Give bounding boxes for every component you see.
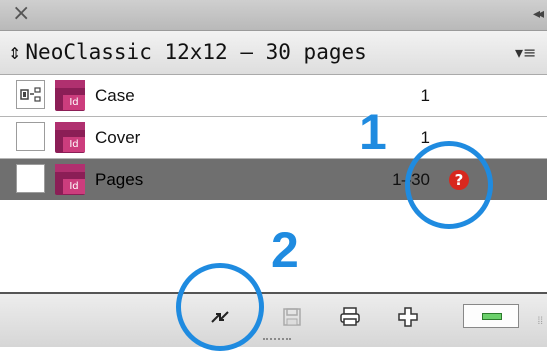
- print-book-icon[interactable]: [335, 304, 365, 330]
- indesign-document-icon: Id: [55, 164, 85, 195]
- annotation-label-2: 2: [271, 222, 299, 278]
- book-title: NeoClassic 12x12 – 30 pages: [25, 40, 367, 64]
- updown-arrows-icon: ⇕: [8, 44, 22, 63]
- style-source-box[interactable]: [16, 122, 45, 151]
- panel-resize-handle[interactable]: [263, 338, 291, 344]
- close-icon[interactable]: ×: [12, 2, 30, 26]
- save-book-icon[interactable]: [277, 304, 307, 330]
- annotation-circle-2: [176, 263, 264, 351]
- annotation-label-1: 1: [359, 104, 387, 160]
- style-source-box[interactable]: [16, 164, 45, 193]
- collapse-panel-icon[interactable]: ◂◂: [533, 6, 544, 22]
- indesign-document-icon: Id: [55, 122, 85, 153]
- minus-icon: [482, 313, 502, 320]
- document-name: Cover: [95, 128, 141, 147]
- document-row-case[interactable]: Id Case 1: [0, 75, 547, 117]
- indesign-document-icon: Id: [55, 80, 85, 111]
- document-name: Case: [95, 86, 135, 105]
- remove-document-icon[interactable]: [463, 304, 519, 328]
- document-name: Pages: [95, 170, 144, 189]
- book-header: ⇕ NeoClassic 12x12 – 30 pages ▾≡: [0, 31, 547, 75]
- sync-source-icon[interactable]: [16, 80, 45, 109]
- panel-menu-icon[interactable]: ▾≡: [515, 43, 543, 63]
- panel-title-bar: × ◂◂: [0, 0, 547, 31]
- annotation-circle-1: [405, 141, 493, 229]
- resize-grip-icon[interactable]: ⁞⁞: [537, 316, 543, 327]
- add-document-icon[interactable]: [393, 304, 423, 330]
- book-selector[interactable]: ⇕ NeoClassic 12x12 – 30 pages: [8, 31, 367, 74]
- document-page-range: 1: [420, 86, 430, 105]
- book-panel: × ◂◂ ⇕ NeoClassic 12x12 – 30 pages ▾≡ Id …: [0, 0, 547, 351]
